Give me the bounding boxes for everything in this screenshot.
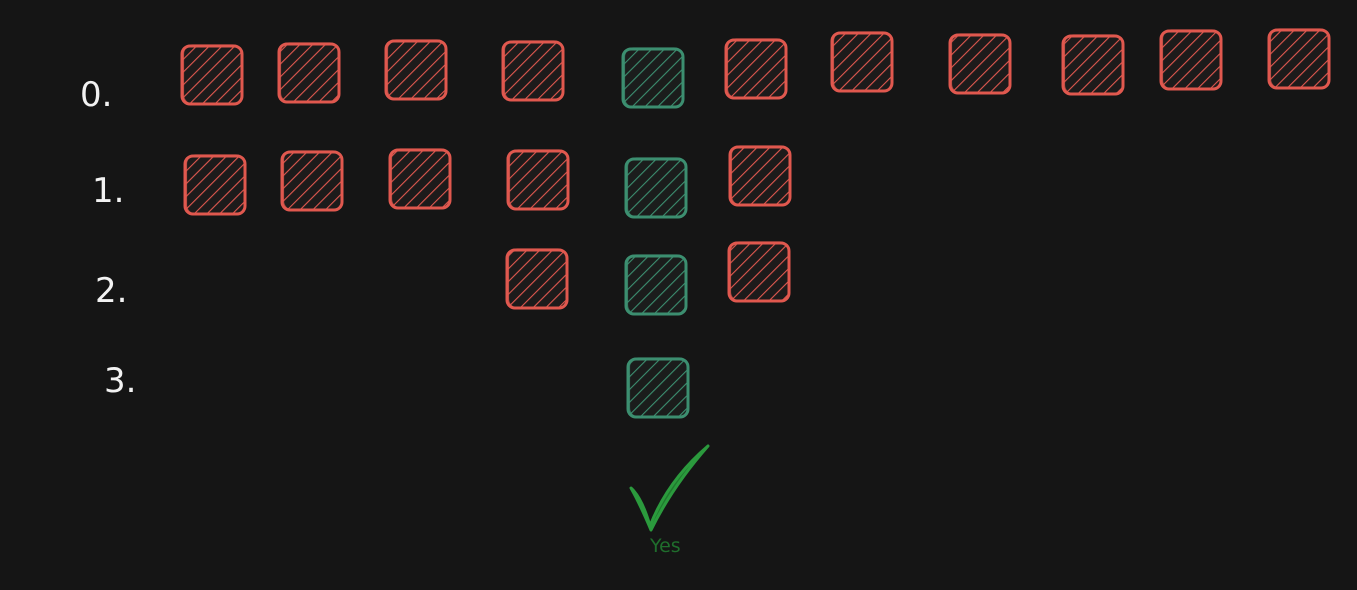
- cell-row1-2-red: [388, 148, 452, 210]
- cell-box: [183, 154, 247, 216]
- cell-box: [1159, 29, 1223, 91]
- checkmark-icon: [629, 444, 710, 532]
- cell-box: [624, 157, 688, 219]
- cell-row1-0-red: [183, 154, 247, 216]
- cell-box: [626, 357, 690, 419]
- row-label-3: 3.: [104, 361, 136, 401]
- cell-row0-9-red: [1159, 29, 1223, 91]
- cell-box: [624, 254, 688, 316]
- result: Yes: [629, 444, 710, 557]
- cell-row2-0-red: [505, 248, 569, 310]
- cell-box: [277, 42, 341, 104]
- cell-box: [621, 47, 685, 109]
- row-label-2: 2.: [95, 271, 127, 311]
- cell-row1-4-green: [624, 157, 688, 219]
- cell-row0-4-green: [621, 47, 685, 109]
- cell-row0-10-red: [1267, 28, 1331, 90]
- cell-box: [1267, 28, 1331, 90]
- cell-row0-0-red: [180, 44, 244, 106]
- cell-row0-3-red: [501, 40, 565, 102]
- cell-row3-0-green: [626, 357, 690, 419]
- cell-row2-2-red: [727, 241, 791, 303]
- cell-row0-7-red: [948, 33, 1012, 95]
- cell-box: [506, 149, 570, 211]
- cell-box: [728, 145, 792, 207]
- yes-label: Yes: [649, 535, 681, 557]
- cell-row0-1-red: [277, 42, 341, 104]
- cell-row0-8-red: [1061, 34, 1125, 96]
- cell-box: [505, 248, 569, 310]
- cell-box: [724, 38, 788, 100]
- cell-box: [388, 148, 452, 210]
- cell-row0-2-red: [384, 39, 448, 101]
- cell-box: [280, 150, 344, 212]
- cell-row1-3-red: [506, 149, 570, 211]
- cell-box: [948, 33, 1012, 95]
- cell-box: [1061, 34, 1125, 96]
- cells: [180, 28, 1331, 419]
- row-label-0: 0.: [80, 75, 112, 115]
- cell-box: [180, 44, 244, 106]
- cell-row1-1-red: [280, 150, 344, 212]
- diagram-canvas: 0. 1. 2. 3. Yes: [80, 28, 1331, 557]
- cell-box: [384, 39, 448, 101]
- cell-box: [727, 241, 791, 303]
- cell-row2-1-green: [624, 254, 688, 316]
- cell-row1-5-red: [728, 145, 792, 207]
- cell-row0-5-red: [724, 38, 788, 100]
- cell-box: [830, 31, 894, 93]
- cell-row0-6-red: [830, 31, 894, 93]
- row-label-1: 1.: [92, 171, 124, 211]
- cell-box: [501, 40, 565, 102]
- row-labels: 0. 1. 2. 3.: [80, 75, 136, 401]
